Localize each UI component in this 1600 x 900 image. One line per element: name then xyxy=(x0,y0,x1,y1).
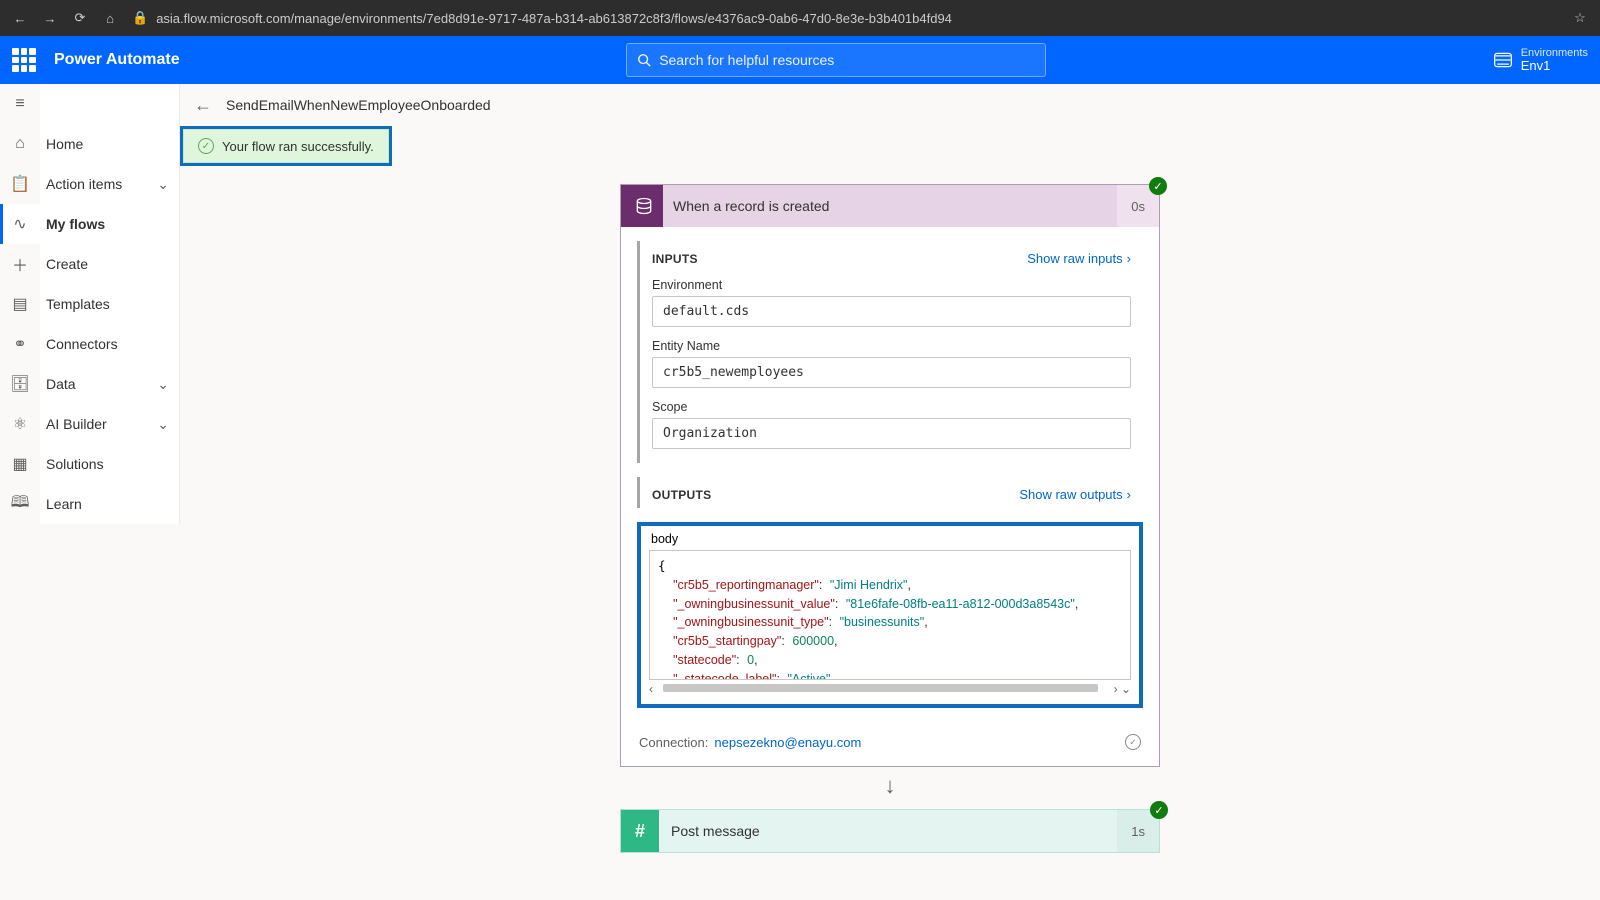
connection-link[interactable]: nepsezekno@enayu.com xyxy=(714,735,861,750)
nav-create[interactable]: Create xyxy=(40,244,180,284)
inputs-label: INPUTS xyxy=(652,252,698,266)
action-card[interactable]: ✓ # Post message 1s xyxy=(620,809,1160,853)
action-title: Post message xyxy=(659,823,1117,839)
step-success-badge: ✓ xyxy=(1150,801,1168,819)
home-nav-icon: ⌂ xyxy=(0,124,40,164)
environment-name: Env1 xyxy=(1521,59,1588,73)
scope-field-label: Scope xyxy=(652,400,1131,414)
dataverse-icon xyxy=(625,185,663,227)
app-header: Power Automate Environments Env1 xyxy=(0,36,1600,84)
scope-field-value: Organization xyxy=(652,418,1131,449)
connector-icon: ⚭ xyxy=(0,324,40,364)
page-titlebar: ← SendEmailWhenNewEmployeeOnboarded xyxy=(180,84,1600,126)
outputs-label: OUTPUTS xyxy=(652,488,711,502)
chevron-right-icon: › xyxy=(1127,487,1131,502)
url-text: asia.flow.microsoft.com/manage/environme… xyxy=(156,11,952,26)
nav-learn[interactable]: Learn xyxy=(40,484,180,524)
horizontal-scrollbar[interactable] xyxy=(663,684,1098,692)
chevron-down-icon: ⌄ xyxy=(157,376,169,393)
show-raw-outputs-link[interactable]: Show raw outputs › xyxy=(1019,487,1131,502)
nav-data[interactable]: Data⌄ xyxy=(40,364,180,404)
back-icon[interactable]: ← xyxy=(12,11,28,26)
chevron-down-icon: ⌄ xyxy=(157,176,169,193)
nav-my-flows[interactable]: My flows xyxy=(40,204,180,244)
step-success-badge: ✓ xyxy=(1149,177,1167,195)
search-box[interactable] xyxy=(626,43,1046,77)
solutions-icon: ▦ xyxy=(0,444,40,484)
hamburger-icon[interactable]: ≡ xyxy=(0,84,40,124)
clipboard-icon: 📋 xyxy=(0,164,40,204)
trigger-card: ✓ When a record is created 0s INPUTS Sho… xyxy=(620,184,1160,767)
environment-field-value: default.cds xyxy=(652,296,1131,327)
flow-arrow-icon: ↓ xyxy=(180,767,1600,809)
plus-icon: ＋ xyxy=(0,244,40,284)
body-label: body xyxy=(651,532,1131,546)
main-content: ← SendEmailWhenNewEmployeeOnboarded ✓ Yo… xyxy=(180,84,1600,900)
success-check-icon: ✓ xyxy=(198,138,214,154)
ai-icon: ⚛ xyxy=(0,404,40,444)
search-icon xyxy=(637,53,651,67)
scroll-left-icon[interactable]: ‹ xyxy=(649,682,653,696)
environment-field-label: Environment xyxy=(652,278,1131,292)
chevron-down-icon: ⌄ xyxy=(157,416,169,433)
nav-solutions[interactable]: Solutions xyxy=(40,444,180,484)
outputs-section: OUTPUTS Show raw outputs › xyxy=(637,477,1143,508)
data-icon: 🗄 xyxy=(0,364,40,404)
nav-connectors[interactable]: Connectors xyxy=(40,324,180,364)
reload-icon[interactable]: ⟳ xyxy=(72,10,88,26)
connection-ok-icon: ✓ xyxy=(1125,734,1141,750)
chevron-right-icon: › xyxy=(1127,251,1131,266)
brand-title[interactable]: Power Automate xyxy=(54,51,180,69)
banner-text: Your flow ran successfully. xyxy=(222,139,374,154)
template-icon: ▤ xyxy=(0,284,40,324)
trigger-header[interactable]: When a record is created 0s xyxy=(621,185,1159,227)
browser-chrome: ← → ⟳ ⌂ 🔒 asia.flow.microsoft.com/manage… xyxy=(0,0,1600,36)
nav-home[interactable]: Home xyxy=(40,124,180,164)
back-arrow-icon[interactable]: ← xyxy=(194,95,212,116)
home-icon[interactable]: ⌂ xyxy=(102,11,118,26)
entity-field-label: Entity Name xyxy=(652,339,1131,353)
nav-action-items[interactable]: Action items⌄ xyxy=(40,164,180,204)
nav-ai-builder[interactable]: AI Builder⌄ xyxy=(40,404,180,444)
app-launcher-icon[interactable] xyxy=(12,48,36,72)
environment-label: Environments xyxy=(1521,47,1588,59)
trigger-title: When a record is created xyxy=(663,198,1117,214)
output-body-box: body { "cr5b5_reportingmanager": "Jimi H… xyxy=(637,522,1143,708)
entity-field-value: cr5b5_newemployees xyxy=(652,357,1131,388)
address-bar[interactable]: 🔒 asia.flow.microsoft.com/manage/environ… xyxy=(132,10,1558,26)
slack-icon: # xyxy=(621,810,659,852)
connection-row: Connection: nepsezekno@enayu.com ✓ xyxy=(621,722,1159,766)
bookmark-icon[interactable]: ☆ xyxy=(1572,10,1588,26)
search-input[interactable] xyxy=(659,52,1035,68)
inputs-section: INPUTS Show raw inputs › Environment def… xyxy=(637,241,1143,463)
flow-title: SendEmailWhenNewEmployeeOnboarded xyxy=(226,97,491,113)
status-banner: ✓ Your flow ran successfully. xyxy=(180,126,1600,166)
lock-icon: 🔒 xyxy=(132,10,148,26)
learn-icon: 🕮 xyxy=(0,484,40,524)
forward-icon[interactable]: → xyxy=(42,11,58,26)
scroll-right-icon[interactable]: › ⌄ xyxy=(1114,682,1131,696)
environment-icon xyxy=(1493,50,1513,70)
flow-icon: ∿ xyxy=(0,204,40,244)
connection-label: Connection: xyxy=(639,735,708,750)
show-raw-inputs-link[interactable]: Show raw inputs › xyxy=(1027,251,1131,266)
environment-picker[interactable]: Environments Env1 xyxy=(1493,47,1588,73)
nav-templates[interactable]: Templates xyxy=(40,284,180,324)
body-json-viewer[interactable]: { "cr5b5_reportingmanager": "Jimi Hendri… xyxy=(649,550,1131,680)
